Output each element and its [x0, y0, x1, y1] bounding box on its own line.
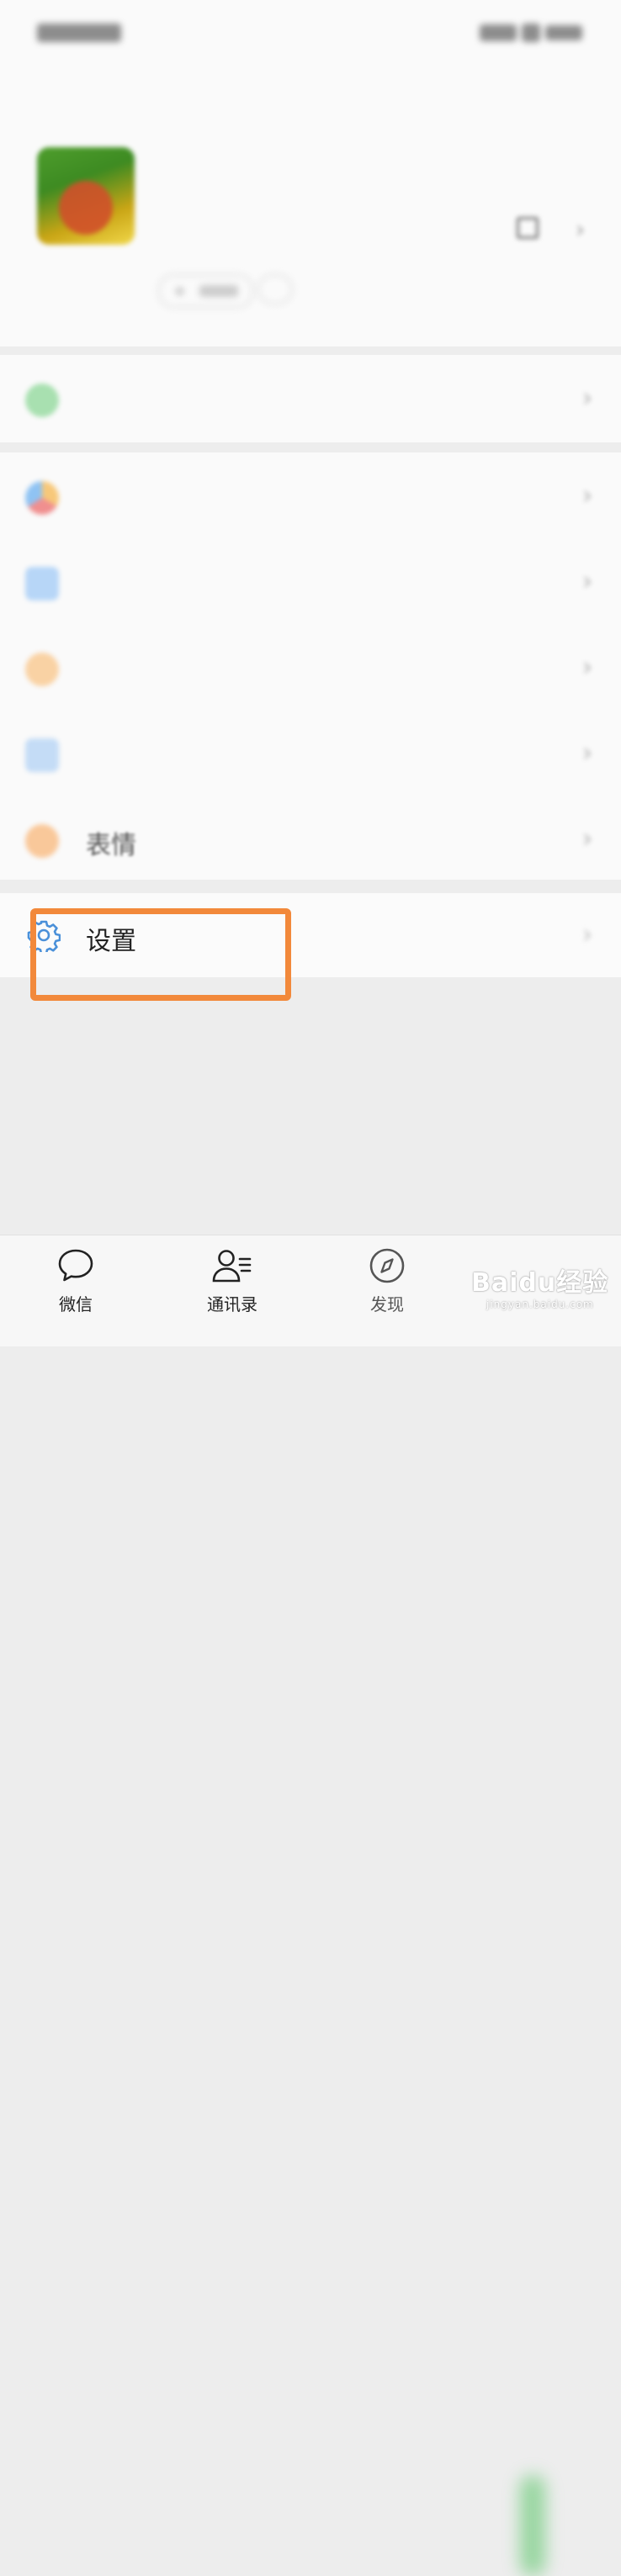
menu-item-moments[interactable]: ›	[0, 538, 621, 624]
favorites-icon	[25, 481, 59, 515]
status-time	[37, 24, 121, 42]
menu-item-label: 表情	[86, 831, 136, 860]
menu-group-service: ›	[0, 355, 621, 442]
menu-item-service[interactable]: ›	[0, 355, 621, 442]
status-button[interactable]: +	[158, 274, 254, 308]
highlight-box	[30, 908, 291, 1001]
chevron-right-icon: ›	[582, 383, 592, 413]
tab-label: 发现	[370, 1294, 404, 1314]
status-indicators	[478, 24, 582, 42]
chevron-right-icon: ›	[582, 653, 592, 682]
contacts-icon	[212, 1250, 252, 1283]
menu-group-main: › › › › 表情 ›	[0, 452, 621, 880]
watermark-brand: Baidu经验	[471, 1268, 609, 1298]
tab-label: 微信	[59, 1294, 93, 1314]
menu-item-stickers[interactable]: 表情 ›	[0, 796, 621, 880]
chevron-right-icon: ›	[582, 920, 592, 949]
more-status-button[interactable]	[257, 274, 293, 304]
tab-contacts[interactable]: 通讯录	[182, 1247, 283, 1331]
channels-icon	[25, 653, 59, 686]
profile-header[interactable]: › +	[0, 67, 621, 346]
qr-code-icon[interactable]	[517, 217, 539, 239]
tab-label: 通讯录	[207, 1294, 257, 1314]
menu-item-cards[interactable]: ›	[0, 710, 621, 796]
compass-icon	[369, 1248, 405, 1283]
tab-me[interactable]	[520, 2475, 545, 2576]
menu-item-favorites[interactable]: ›	[0, 452, 621, 538]
menu-item-channels[interactable]: ›	[0, 624, 621, 710]
chevron-right-icon: ›	[582, 567, 592, 596]
avatar[interactable]	[37, 147, 135, 245]
sticker-icon	[25, 824, 59, 858]
moments-icon	[25, 567, 59, 600]
status-bar	[0, 0, 621, 67]
service-icon	[25, 383, 59, 417]
plus-icon: +	[173, 282, 187, 300]
chat-bubble-icon	[58, 1249, 93, 1282]
chevron-right-icon: ›	[582, 481, 592, 510]
chevron-right-icon: ›	[582, 738, 592, 768]
chevron-right-icon[interactable]: ›	[576, 215, 585, 243]
baidu-watermark: Baidu经验 jingyan.baidu.com	[471, 1262, 608, 1310]
tab-discover[interactable]: 发现	[337, 1247, 438, 1331]
cards-icon	[25, 738, 59, 772]
chevron-right-icon: ›	[582, 824, 592, 854]
watermark-url: jingyan.baidu.com	[486, 1299, 594, 1310]
tab-chats[interactable]: 微信	[25, 1247, 126, 1331]
